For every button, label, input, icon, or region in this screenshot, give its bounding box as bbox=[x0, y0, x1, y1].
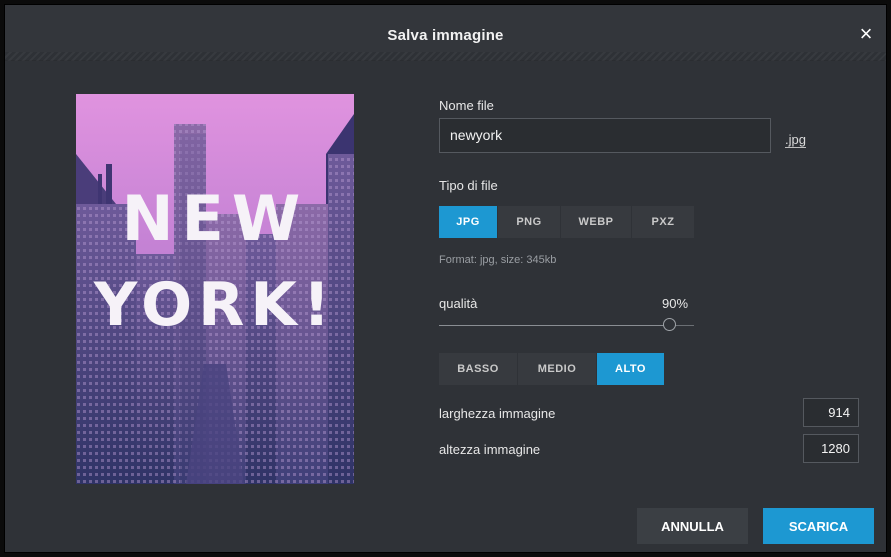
filetype-selector: JPG PNG WEBP PXZ bbox=[439, 206, 695, 238]
filetype-pxz-button[interactable]: PXZ bbox=[632, 206, 694, 238]
width-input[interactable]: 914 bbox=[803, 398, 859, 427]
dialog-titlebar: Salva immagine × bbox=[5, 5, 886, 61]
preview-title-line-1: NEW bbox=[122, 182, 309, 255]
filetype-jpg-button[interactable]: JPG bbox=[439, 206, 497, 238]
quality-high-button[interactable]: ALTO bbox=[597, 353, 664, 385]
quality-label: qualità bbox=[439, 296, 478, 311]
filetype-label: Tipo di file bbox=[439, 178, 498, 193]
height-label: altezza immagine bbox=[439, 442, 541, 457]
download-button[interactable]: SCARICA bbox=[763, 508, 874, 544]
width-label: larghezza immagine bbox=[439, 406, 556, 421]
close-icon[interactable]: × bbox=[856, 23, 876, 45]
preview-title-line-2: YORK! bbox=[93, 270, 336, 340]
quality-slider-handle[interactable] bbox=[662, 318, 676, 331]
height-input[interactable]: 1280 bbox=[803, 434, 859, 463]
quality-low-button[interactable]: BASSO bbox=[439, 353, 517, 385]
quality-value: 90% bbox=[662, 296, 689, 311]
cancel-button[interactable]: ANNULLA bbox=[637, 508, 748, 544]
quality-preset-selector: BASSO MEDIO ALTO bbox=[439, 353, 665, 385]
filetype-png-button[interactable]: PNG bbox=[498, 206, 560, 238]
dialog-title: Salva immagine bbox=[387, 27, 504, 44]
filename-label: Nome file bbox=[439, 98, 494, 113]
quality-slider-fill bbox=[439, 325, 663, 326]
quality-medium-button[interactable]: MEDIO bbox=[518, 353, 596, 385]
file-extension: .jpg bbox=[785, 132, 806, 148]
filename-input[interactable]: newyork bbox=[439, 118, 771, 153]
image-preview: NEW YORK! bbox=[76, 94, 354, 484]
filetype-webp-button[interactable]: WEBP bbox=[561, 206, 631, 238]
titlebar-divider bbox=[5, 52, 886, 61]
format-info: Format: jpg, size: 345kb bbox=[439, 254, 557, 266]
